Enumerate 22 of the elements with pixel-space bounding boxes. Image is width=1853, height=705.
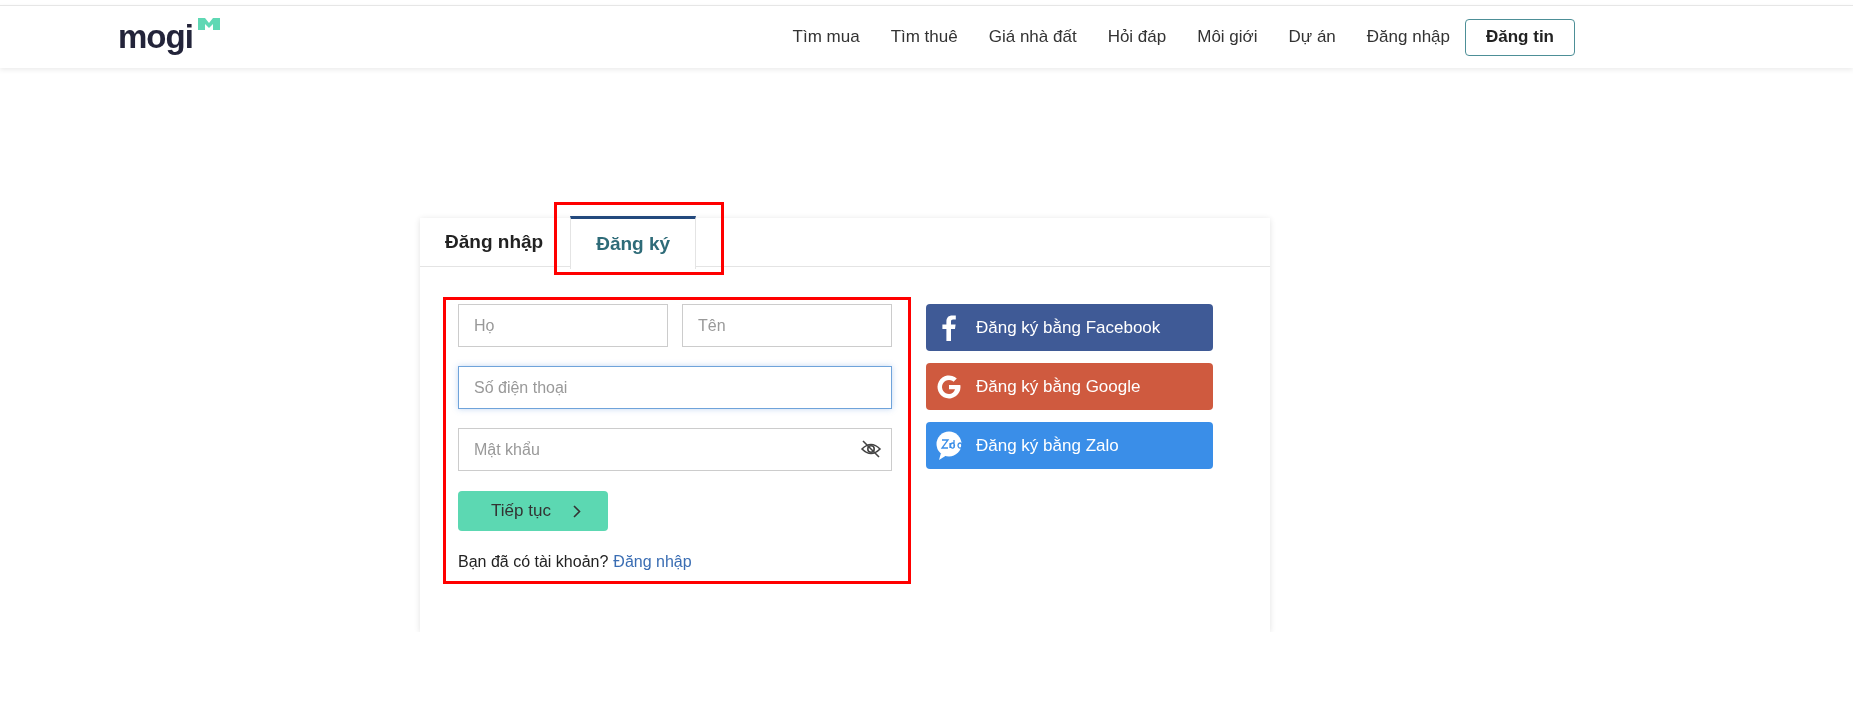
login-link[interactable]: Đăng nhập <box>613 553 692 571</box>
tab[interactable]: Đăng ký <box>570 216 697 269</box>
nav-link[interactable]: Tìm mua <box>792 27 860 47</box>
input-field[interactable]: Họ <box>458 304 668 347</box>
input-field[interactable]: Tên <box>682 304 892 347</box>
logo-text[interactable]: mogi <box>118 20 193 54</box>
post-listing-button[interactable]: Đăng tin <box>1465 18 1575 56</box>
login-prompt-text: Bạn đã có tài khoản? <box>458 553 609 571</box>
social-signup-button[interactable]: Đăng ký bằng Facebook <box>926 304 1213 351</box>
nav-link[interactable]: Giá nhà đất <box>988 27 1077 47</box>
nav-link[interactable]: Môi giới <box>1197 27 1258 47</box>
tab[interactable]: Đăng nhập <box>445 216 564 268</box>
nav-link[interactable]: Tìm thuê <box>890 27 958 47</box>
nav-link[interactable]: Đăng nhập <box>1366 27 1450 47</box>
chevron-right-icon <box>572 504 581 518</box>
input-field[interactable]: Số điện thoại <box>458 366 892 409</box>
hidden-eye-icon[interactable] <box>860 439 882 459</box>
social-signup-button[interactable]: Đăng ký bằng Google <box>926 363 1213 410</box>
continue-button[interactable]: Tiếp tục <box>458 491 608 531</box>
nav-link[interactable]: Dự án <box>1288 27 1336 47</box>
password-field[interactable]: Mật khẩu <box>458 428 892 471</box>
nav-link[interactable]: Hỏi đáp <box>1107 27 1167 47</box>
